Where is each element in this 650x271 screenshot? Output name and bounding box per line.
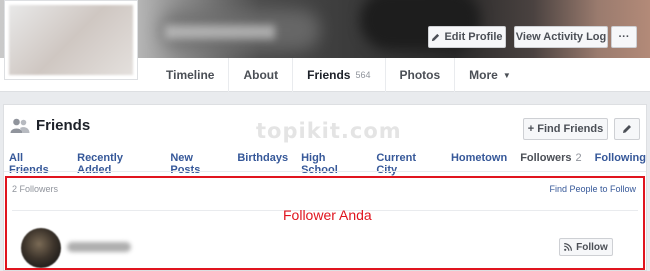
subtab-label: Followers xyxy=(520,152,572,164)
tab-friends[interactable]: Friends 564 xyxy=(292,58,384,92)
profile-name-blurred xyxy=(165,25,275,39)
tab-about[interactable]: About xyxy=(228,58,292,92)
red-highlight-box xyxy=(5,176,645,270)
subtab-high-school[interactable]: High School xyxy=(301,152,363,176)
friends-header: Friends xyxy=(10,117,90,134)
pencil-icon xyxy=(622,124,632,134)
more-options-label: ··· xyxy=(618,31,630,43)
edit-profile-button[interactable]: Edit Profile xyxy=(428,26,506,48)
followers-count-badge: 2 xyxy=(575,152,582,164)
friends-icon xyxy=(10,118,30,134)
tab-label: Timeline xyxy=(166,68,215,82)
find-friends-button[interactable]: + Find Friends xyxy=(523,118,608,140)
friends-count: 564 xyxy=(355,70,371,80)
profile-tabs: Timeline About Friends 564 Photos More ▼ xyxy=(152,58,525,92)
manage-button[interactable] xyxy=(614,118,640,140)
friends-title[interactable]: Friends xyxy=(36,117,90,134)
tab-photos[interactable]: Photos xyxy=(384,58,455,92)
caret-down-icon: ▼ xyxy=(502,70,511,80)
profile-picture[interactable] xyxy=(4,0,138,80)
activity-log-label: View Activity Log xyxy=(515,31,607,43)
profile-picture-blurred xyxy=(9,5,133,75)
subtab-recently-added[interactable]: Recently Added xyxy=(77,152,157,176)
more-options-button[interactable]: ··· xyxy=(611,26,637,48)
view-activity-log-button[interactable]: View Activity Log xyxy=(514,26,608,48)
subtab-hometown[interactable]: Hometown xyxy=(451,152,507,176)
friends-subtabs: All Friends Recently Added New Posts Bir… xyxy=(9,152,646,176)
subtab-following[interactable]: Following xyxy=(595,152,646,176)
watermark: topikit.com xyxy=(256,119,402,143)
pencil-icon xyxy=(431,33,440,42)
subtab-birthdays[interactable]: Birthdays xyxy=(237,152,288,176)
tab-label: More xyxy=(469,68,498,82)
subtab-all-friends[interactable]: All Friends xyxy=(9,152,64,176)
facebook-profile-page: Edit Profile View Activity Log ··· Timel… xyxy=(0,0,650,271)
tab-more[interactable]: More ▼ xyxy=(454,58,525,92)
subtab-followers[interactable]: Followers 2 xyxy=(520,152,581,176)
tab-timeline[interactable]: Timeline xyxy=(152,58,228,92)
tab-label: Friends xyxy=(307,68,351,82)
tab-label: Photos xyxy=(399,68,441,82)
edit-profile-label: Edit Profile xyxy=(444,31,503,43)
divider xyxy=(4,171,646,172)
tab-label: About xyxy=(243,68,279,82)
friends-panel: Friends topikit.com + Find Friends All F… xyxy=(3,104,647,271)
find-friends-label: + Find Friends xyxy=(527,123,604,135)
subtab-new-posts[interactable]: New Posts xyxy=(170,152,224,176)
subtab-current-city[interactable]: Current City xyxy=(376,152,438,176)
